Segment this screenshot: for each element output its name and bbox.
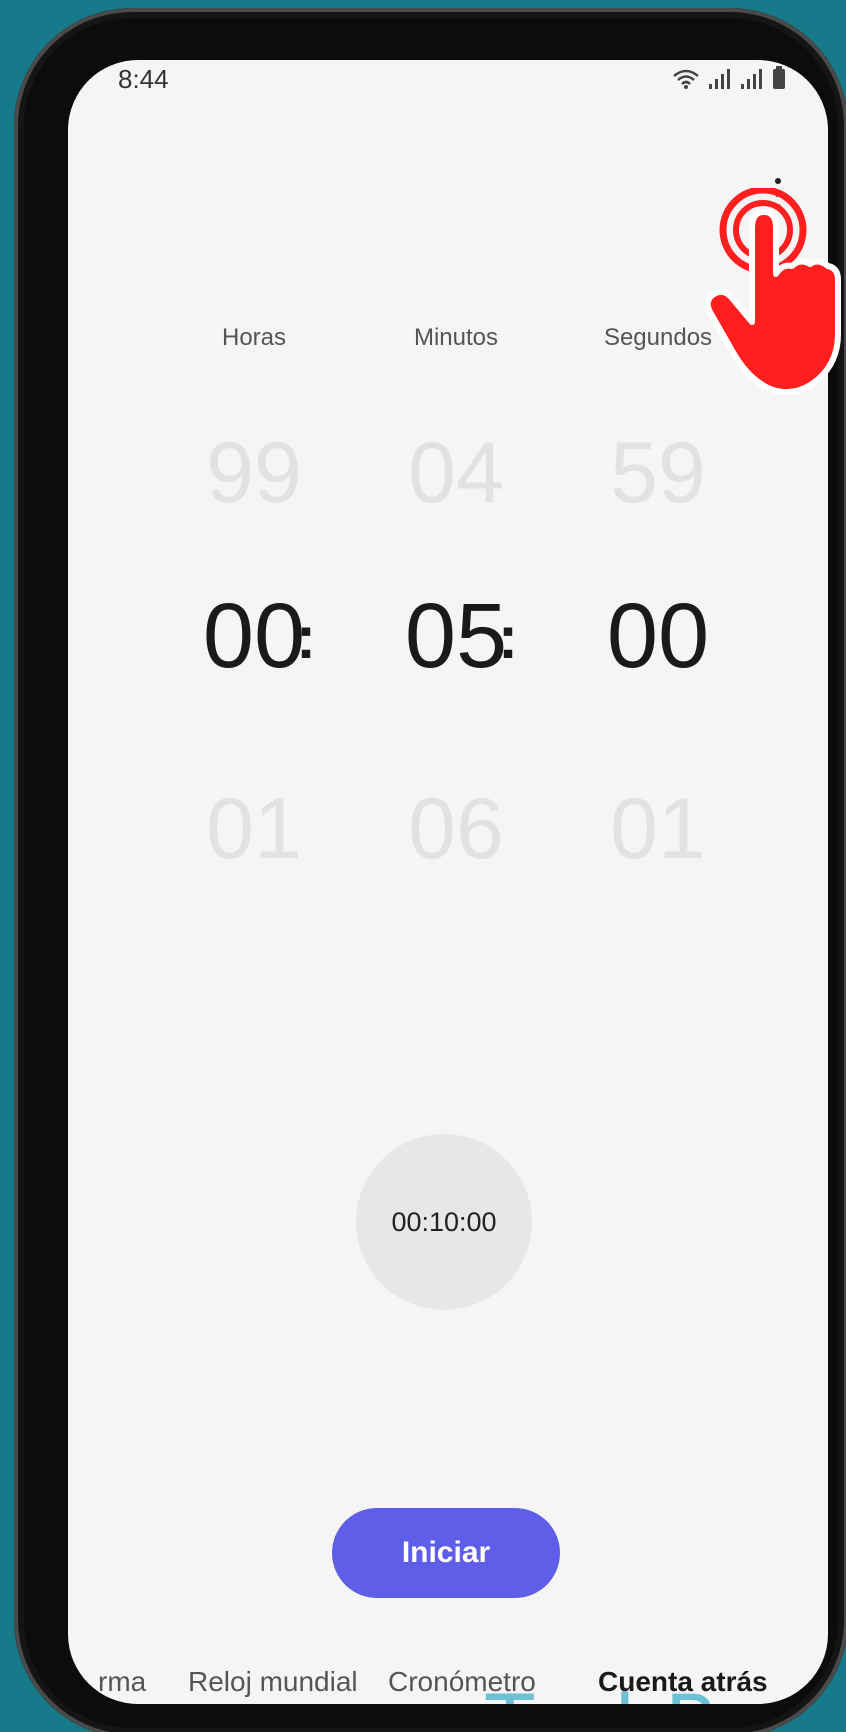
signal-icon: [709, 69, 730, 89]
status-icons: [672, 66, 786, 90]
seconds-next[interactable]: 01: [548, 786, 768, 872]
watermark: TechBone: [486, 1680, 828, 1704]
time-separator: :: [296, 604, 316, 671]
minutes-prev[interactable]: 04: [346, 430, 566, 516]
minutes-next[interactable]: 06: [346, 786, 566, 872]
tab-world-clock[interactable]: Reloj mundial: [188, 1666, 358, 1698]
seconds-prev[interactable]: 59: [548, 430, 768, 516]
signal-icon: [741, 69, 762, 89]
wifi-icon: [673, 69, 699, 89]
battery-icon: [773, 66, 785, 89]
minutes-value[interactable]: 05: [346, 590, 566, 682]
hours-prev[interactable]: 99: [144, 430, 364, 516]
tap-hand-icon: [704, 188, 841, 396]
phone-frame: 8:44 Horas Minutos Segundos 99 04 59 00 …: [14, 8, 846, 1732]
minutes-label: Minutos: [413, 324, 499, 351]
hours-next[interactable]: 01: [144, 786, 364, 872]
status-time: 8:44: [118, 64, 169, 94]
more-vertical-icon: [775, 178, 781, 184]
tab-alarm[interactable]: rma: [98, 1666, 146, 1698]
preset-timer-label: 00:10:00: [391, 1206, 497, 1237]
start-button[interactable]: Iniciar: [332, 1508, 560, 1598]
hours-label: Horas: [221, 324, 287, 351]
preset-timer-button[interactable]: 00:10:00: [356, 1134, 532, 1310]
hours-value[interactable]: 00: [144, 590, 364, 682]
time-separator: :: [498, 604, 518, 671]
start-button-label: Iniciar: [401, 1536, 491, 1569]
seconds-value[interactable]: 00: [548, 590, 768, 682]
